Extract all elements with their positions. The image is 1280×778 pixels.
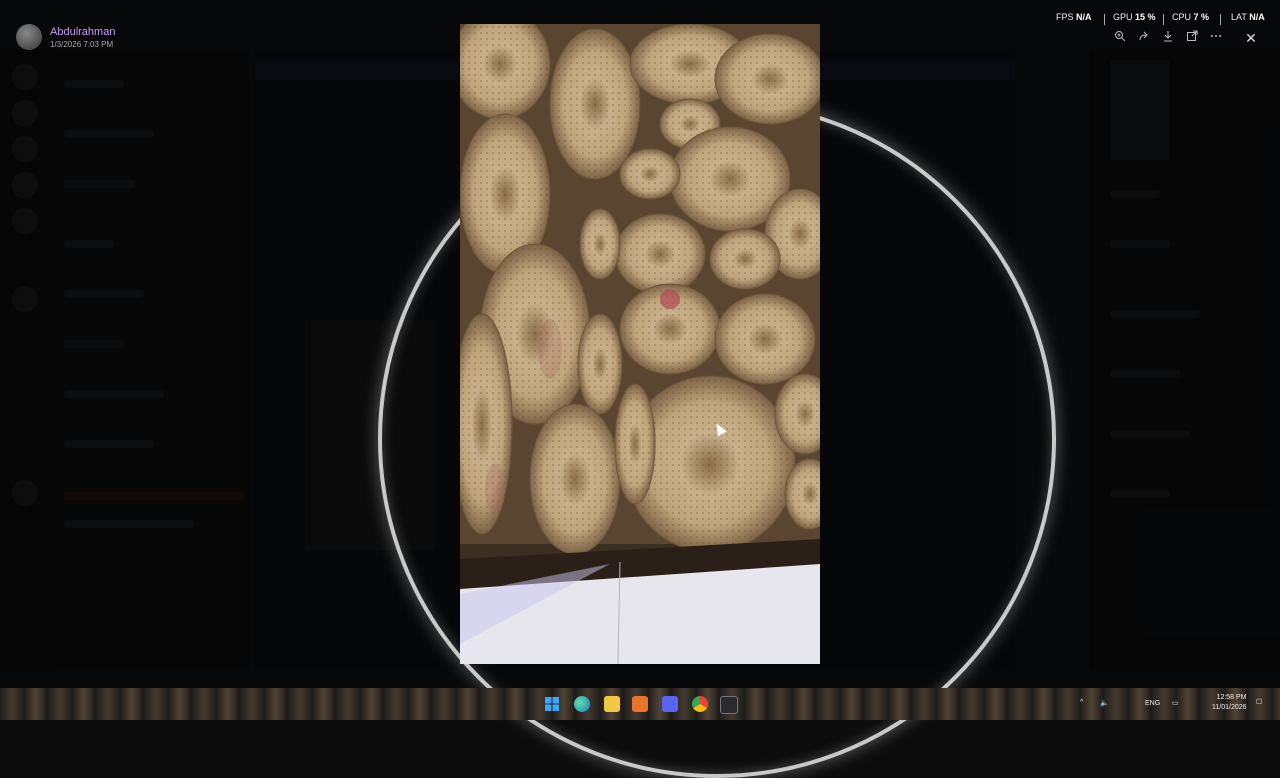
cpu-stat: CPU 7 % xyxy=(1172,12,1209,22)
tray-overflow-chevron-icon[interactable]: ^ xyxy=(1080,699,1083,706)
avatar[interactable] xyxy=(16,24,42,50)
latency-stat: LAT N/A xyxy=(1231,12,1265,22)
more-icon[interactable] xyxy=(1208,30,1224,46)
gpu-label: GPU xyxy=(1113,12,1133,22)
obs-icon[interactable] xyxy=(720,696,738,714)
taskbar: ^ 🔈 ENG ▭ 12:58 PM 11/01/2026 ☐ xyxy=(0,688,1280,720)
volume-icon[interactable]: 🔈 xyxy=(1100,699,1109,707)
fps-value: N/A xyxy=(1076,12,1092,22)
post-timestamp: 1/3/2026 7:03 PM xyxy=(50,40,114,49)
zoom-in-icon[interactable] xyxy=(1112,30,1128,46)
start-icon[interactable] xyxy=(544,696,560,712)
edge-browser-icon[interactable] xyxy=(574,696,590,712)
gpu-value: 15 % xyxy=(1135,12,1156,22)
clock-time: 12:58 PM xyxy=(1216,694,1247,701)
image-preview[interactable] xyxy=(460,24,820,664)
cpu-label: CPU xyxy=(1172,12,1192,22)
uploader-name[interactable]: Abdulrahman xyxy=(50,26,115,38)
network-icon[interactable]: ▭ xyxy=(1172,699,1179,707)
performance-overlay: FPS N/A GPU 15 % CPU 7 % LAT N/A xyxy=(1056,12,1276,26)
open-external-icon[interactable] xyxy=(1184,30,1200,46)
download-icon[interactable] xyxy=(1160,30,1176,46)
file-explorer-icon[interactable] xyxy=(604,696,620,712)
app-icon[interactable] xyxy=(632,696,648,712)
lat-value: N/A xyxy=(1249,12,1265,22)
forward-icon[interactable] xyxy=(1136,30,1152,46)
language-indicator[interactable]: ENG xyxy=(1145,700,1160,707)
discord-icon[interactable] xyxy=(662,696,678,712)
close-icon[interactable]: ✕ xyxy=(1241,28,1261,48)
gpu-stat: GPU 15 % xyxy=(1113,12,1156,22)
cpu-value: 7 % xyxy=(1193,12,1210,22)
woven-plates-photo xyxy=(460,24,820,664)
taskbar-clock[interactable]: 12:58 PM 11/01/2026 xyxy=(1212,693,1247,713)
clock-date: 11/01/2026 xyxy=(1212,704,1247,711)
lat-label: LAT xyxy=(1231,12,1247,22)
chrome-icon[interactable] xyxy=(692,696,708,712)
notification-icon[interactable]: ☐ xyxy=(1256,698,1262,706)
fps-stat: FPS N/A xyxy=(1056,12,1092,22)
fps-label: FPS xyxy=(1056,12,1074,22)
